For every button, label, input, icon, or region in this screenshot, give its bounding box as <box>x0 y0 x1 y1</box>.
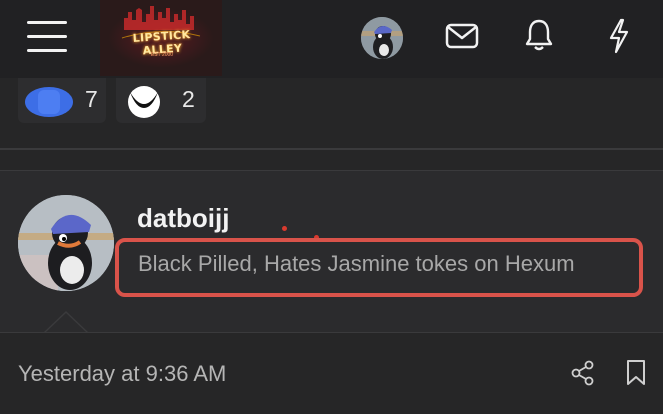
reaction-item[interactable]: 7 <box>18 78 106 123</box>
annotation-dot <box>282 226 287 231</box>
section-divider <box>0 148 663 150</box>
menu-icon[interactable] <box>27 21 67 53</box>
reaction-count: 2 <box>182 86 195 112</box>
bell-icon[interactable] <box>525 18 553 52</box>
logo-established: EST 2000 <box>150 52 174 58</box>
post-author-avatar[interactable] <box>18 195 114 291</box>
share-icon[interactable] <box>570 360 596 386</box>
user-title: Black Pilled, Hates Jasmine tokes on Hex… <box>138 251 575 276</box>
user-avatar[interactable] <box>361 17 403 59</box>
face-reaction-icon <box>128 86 160 118</box>
blue-reaction-icon <box>25 87 73 117</box>
reaction-item[interactable]: 2 <box>116 78 206 123</box>
reaction-count: 7 <box>85 86 98 112</box>
post-timestamp[interactable]: Yesterday at 9:36 AM <box>18 361 226 387</box>
lightning-icon[interactable] <box>607 18 631 54</box>
envelope-icon[interactable] <box>445 23 479 49</box>
site-logo[interactable]: LIPSTICK ALLEY EST 2000 <box>100 0 222 76</box>
bookmark-icon[interactable] <box>625 359 647 387</box>
post-author-username[interactable]: datboijj <box>137 203 229 234</box>
